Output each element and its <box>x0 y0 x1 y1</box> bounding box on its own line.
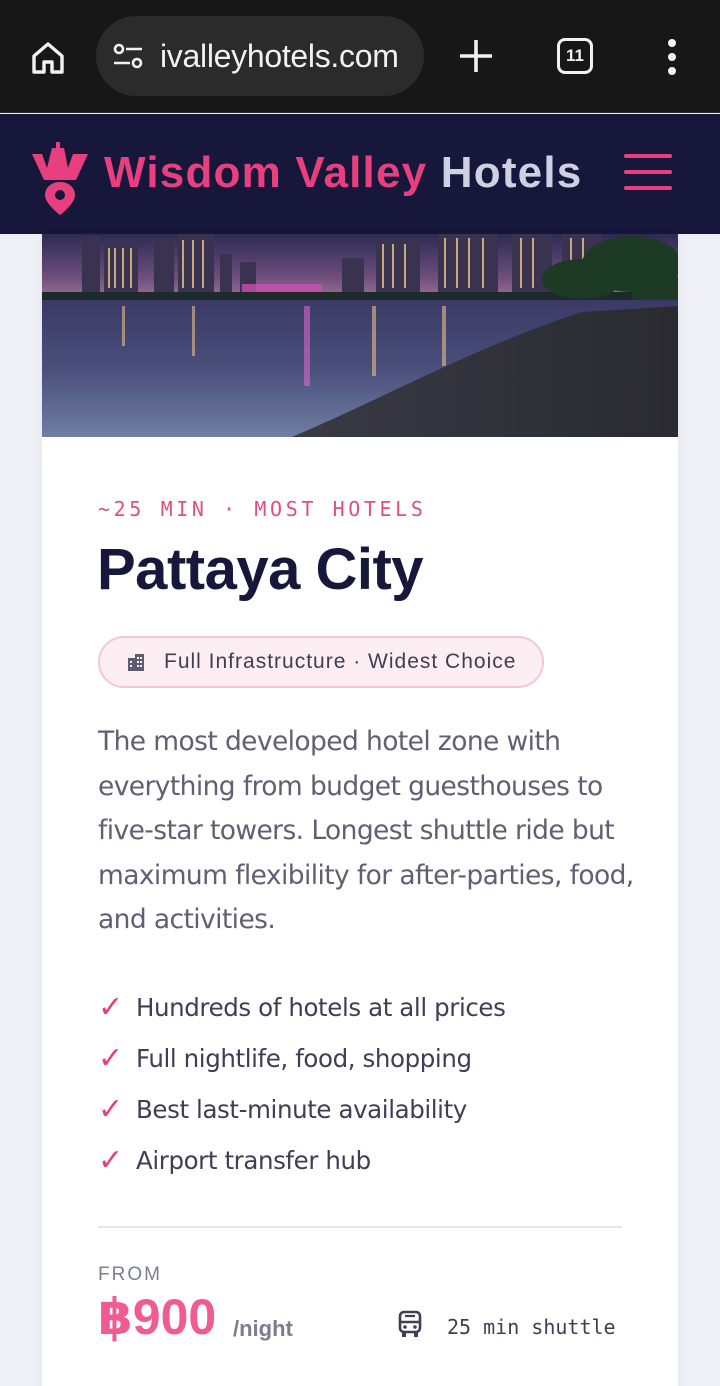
brand-secondary: Hotels <box>440 148 583 197</box>
new-tab-icon[interactable] <box>456 36 496 76</box>
brand-primary: Wisdom Valley <box>104 148 428 197</box>
home-icon[interactable] <box>28 38 68 78</box>
location-title: Pattaya City <box>97 537 424 602</box>
check-icon: ✓ <box>98 1143 124 1178</box>
category-badge: Full Infrastructure · Widest Choice <box>98 636 545 688</box>
logo-icon[interactable] <box>30 138 90 216</box>
price-value: ฿900 <box>98 1289 217 1345</box>
tab-switcher-button[interactable]: 11 <box>557 38 593 74</box>
shuttle-time: 25 min shuttle <box>447 1315 616 1339</box>
price-from-label: FROM <box>98 1264 162 1285</box>
check-icon: ✓ <box>98 1041 124 1076</box>
feature-list: ✓ Hundreds of hotels at all prices ✓ Ful… <box>98 982 638 1186</box>
feature-text: Hundreds of hotels at all prices <box>136 993 506 1022</box>
address-bar[interactable]: ivalleyhotels.com <box>96 16 424 96</box>
hamburger-menu-icon[interactable] <box>624 154 672 190</box>
price-unit: /night <box>233 1316 293 1341</box>
feature-text: Airport transfer hub <box>136 1146 371 1175</box>
location-card: ~25 MIN · MOST HOTELS Pattaya City Full … <box>42 234 678 1386</box>
site-settings-icon[interactable] <box>112 41 144 73</box>
feature-text: Best last-minute availability <box>136 1095 467 1124</box>
site-header: Wisdom Valley Hotels <box>0 114 720 234</box>
bus-icon <box>398 1310 422 1337</box>
pattaya-night-photo <box>42 234 678 437</box>
feature-item: ✓ Best last-minute availability <box>98 1084 638 1135</box>
url-text[interactable]: ivalleyhotels.com <box>160 38 399 75</box>
city-buildings-icon <box>128 654 144 671</box>
feature-text: Full nightlife, food, shopping <box>136 1044 472 1073</box>
location-description: The most developed hotel zone with every… <box>98 726 634 935</box>
browser-toolbar: ivalleyhotels.com 11 <box>0 0 720 113</box>
check-icon: ✓ <box>98 990 124 1025</box>
more-options-icon[interactable] <box>660 38 684 76</box>
feature-item: ✓ Full nightlife, food, shopping <box>98 1033 638 1084</box>
feature-item: ✓ Airport transfer hub <box>98 1135 638 1186</box>
brand-name[interactable]: Wisdom Valley Hotels <box>104 148 582 198</box>
check-icon: ✓ <box>98 1092 124 1127</box>
feature-item: ✓ Hundreds of hotels at all prices <box>98 982 638 1033</box>
category-badge-text: Full Infrastructure · Widest Choice <box>164 650 517 673</box>
eyebrow-label: ~25 MIN · MOST HOTELS <box>98 497 427 521</box>
divider <box>98 1226 622 1228</box>
